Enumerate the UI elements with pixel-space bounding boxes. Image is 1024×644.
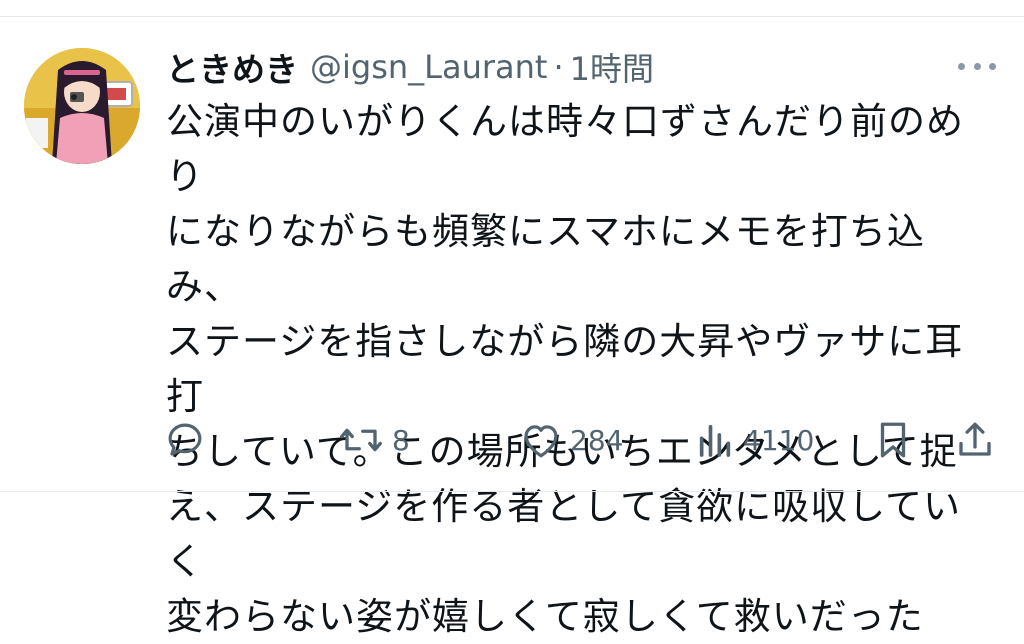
more-dot-icon — [973, 62, 981, 70]
share-button[interactable] — [955, 412, 995, 468]
timestamp[interactable]: 1時間 — [570, 44, 654, 90]
separator-dot: · — [553, 48, 564, 86]
like-count: 284 — [570, 423, 624, 457]
more-dot-icon — [958, 62, 965, 70]
user-handle[interactable]: @igsn_Laurant — [310, 48, 547, 86]
avatar-image — [24, 48, 140, 164]
top-divider — [0, 16, 1024, 17]
views-count: 4110 — [743, 423, 815, 457]
retweet-count: 8 — [392, 423, 410, 457]
avatar[interactable] — [24, 48, 140, 164]
retweet-icon — [340, 428, 382, 452]
bookmark-icon — [880, 422, 906, 458]
retweet-button[interactable]: 8 — [338, 412, 410, 468]
share-icon — [959, 422, 991, 456]
heart-icon — [524, 425, 558, 458]
action-bar: 8 284 4110 — [160, 412, 1000, 468]
bookmark-button[interactable] — [874, 412, 912, 468]
tweet-header: ときめき @igsn_Laurant · 1時間 — [166, 44, 654, 90]
more-dot-icon — [989, 62, 996, 70]
more-options-button[interactable] — [958, 56, 996, 76]
reply-icon — [168, 423, 202, 456]
display-name[interactable]: ときめき — [166, 43, 298, 91]
like-button[interactable]: 284 — [520, 412, 623, 468]
tweet-text: 公演中のいがりくんは時々口ずさんだり前のめり になりながらも頻繁にスマホにメモを… — [166, 100, 964, 638]
reply-button[interactable] — [164, 412, 206, 468]
views-icon — [699, 424, 731, 457]
bottom-divider — [0, 491, 1024, 492]
views-button[interactable]: 4110 — [695, 412, 814, 468]
